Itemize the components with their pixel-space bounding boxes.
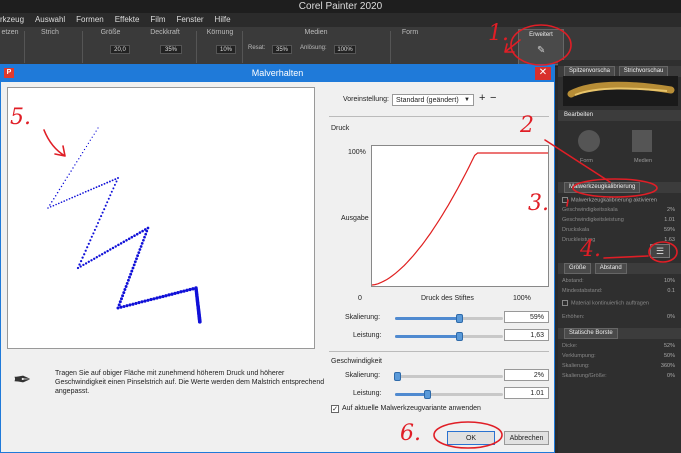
painter-window: Corel Painter 2020 rkzeug Auswahl Formen… xyxy=(0,0,681,453)
annotation-label-6: 6. xyxy=(400,421,421,446)
annotation-arrow-5 xyxy=(43,129,66,157)
annotation-label-2: 2 xyxy=(519,113,534,138)
annotation-line-4 xyxy=(603,255,649,259)
annotation-label-5: 5. xyxy=(10,105,31,130)
annotation-line-2 xyxy=(544,139,611,183)
annotation-circle-ok xyxy=(433,421,503,449)
annotation-circle-advanced xyxy=(510,24,572,66)
annotation-label-4: 4. xyxy=(579,237,601,262)
annotation-circle-calibration xyxy=(572,178,658,198)
annotation-circle-settings xyxy=(648,241,678,263)
annotation-label-3: 3. xyxy=(528,191,549,216)
annotation-line-3 xyxy=(566,199,569,207)
annotation-overlay: 1. 2 3. 4. 5. 6. xyxy=(10,21,678,449)
annotation-label-1: 1. xyxy=(488,21,509,46)
